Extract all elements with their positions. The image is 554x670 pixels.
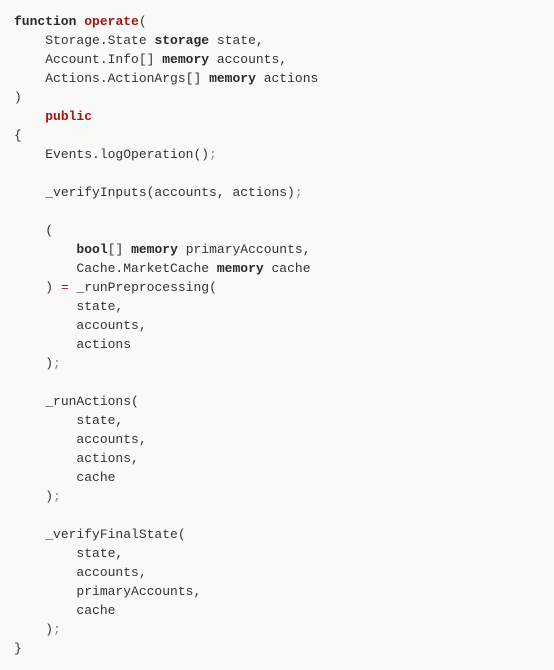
call-close: )	[45, 489, 53, 504]
statement: _verifyInputs(accounts, actions)	[45, 185, 295, 200]
arg: accounts,	[76, 432, 146, 447]
code-block: function operate( Storage.State storage …	[14, 12, 540, 658]
semicolon: ;	[53, 622, 61, 637]
param-type: Storage.State	[45, 33, 146, 48]
operator-equals: =	[61, 280, 69, 295]
arg: actions,	[76, 451, 138, 466]
tuple-open: (	[45, 223, 53, 238]
keyword-function: function	[14, 14, 76, 29]
arg: primaryAccounts,	[76, 584, 201, 599]
keyword-memory: memory	[131, 242, 178, 257]
arg: accounts,	[76, 318, 146, 333]
arg: actions	[76, 337, 131, 352]
arg: state,	[76, 413, 123, 428]
call-close: )	[45, 622, 53, 637]
keyword-bool: bool	[76, 242, 107, 257]
param-name: accounts,	[217, 52, 287, 67]
arg: state,	[76, 299, 123, 314]
array-brackets: []	[108, 242, 124, 257]
param-name: state,	[217, 33, 264, 48]
function-call: _verifyFinalState(	[45, 527, 185, 542]
arg: cache	[76, 603, 115, 618]
arg: cache	[76, 470, 115, 485]
param-type: Account.Info[]	[45, 52, 154, 67]
semicolon: ;	[295, 185, 303, 200]
statement: Events.logOperation()	[45, 147, 209, 162]
type-name: Cache.MarketCache	[76, 261, 209, 276]
var-name: primaryAccounts,	[186, 242, 311, 257]
var-name: cache	[271, 261, 310, 276]
param-type: Actions.ActionArgs[]	[45, 71, 201, 86]
arg: accounts,	[76, 565, 146, 580]
keyword-memory: memory	[209, 71, 256, 86]
call-close: )	[45, 356, 53, 371]
keyword-memory: memory	[162, 52, 209, 67]
close-brace: }	[14, 641, 22, 656]
function-call: _runPreprocessing(	[76, 280, 216, 295]
keyword-storage: storage	[154, 33, 209, 48]
keyword-public: public	[45, 109, 92, 124]
semicolon: ;	[53, 356, 61, 371]
open-paren: (	[139, 14, 147, 29]
function-name: operate	[84, 14, 139, 29]
close-paren: )	[14, 90, 22, 105]
semicolon: ;	[53, 489, 61, 504]
open-brace: {	[14, 128, 22, 143]
param-name: actions	[264, 71, 319, 86]
semicolon: ;	[209, 147, 217, 162]
keyword-memory: memory	[217, 261, 264, 276]
arg: state,	[76, 546, 123, 561]
function-call: _runActions(	[45, 394, 139, 409]
tuple-close: )	[45, 280, 53, 295]
